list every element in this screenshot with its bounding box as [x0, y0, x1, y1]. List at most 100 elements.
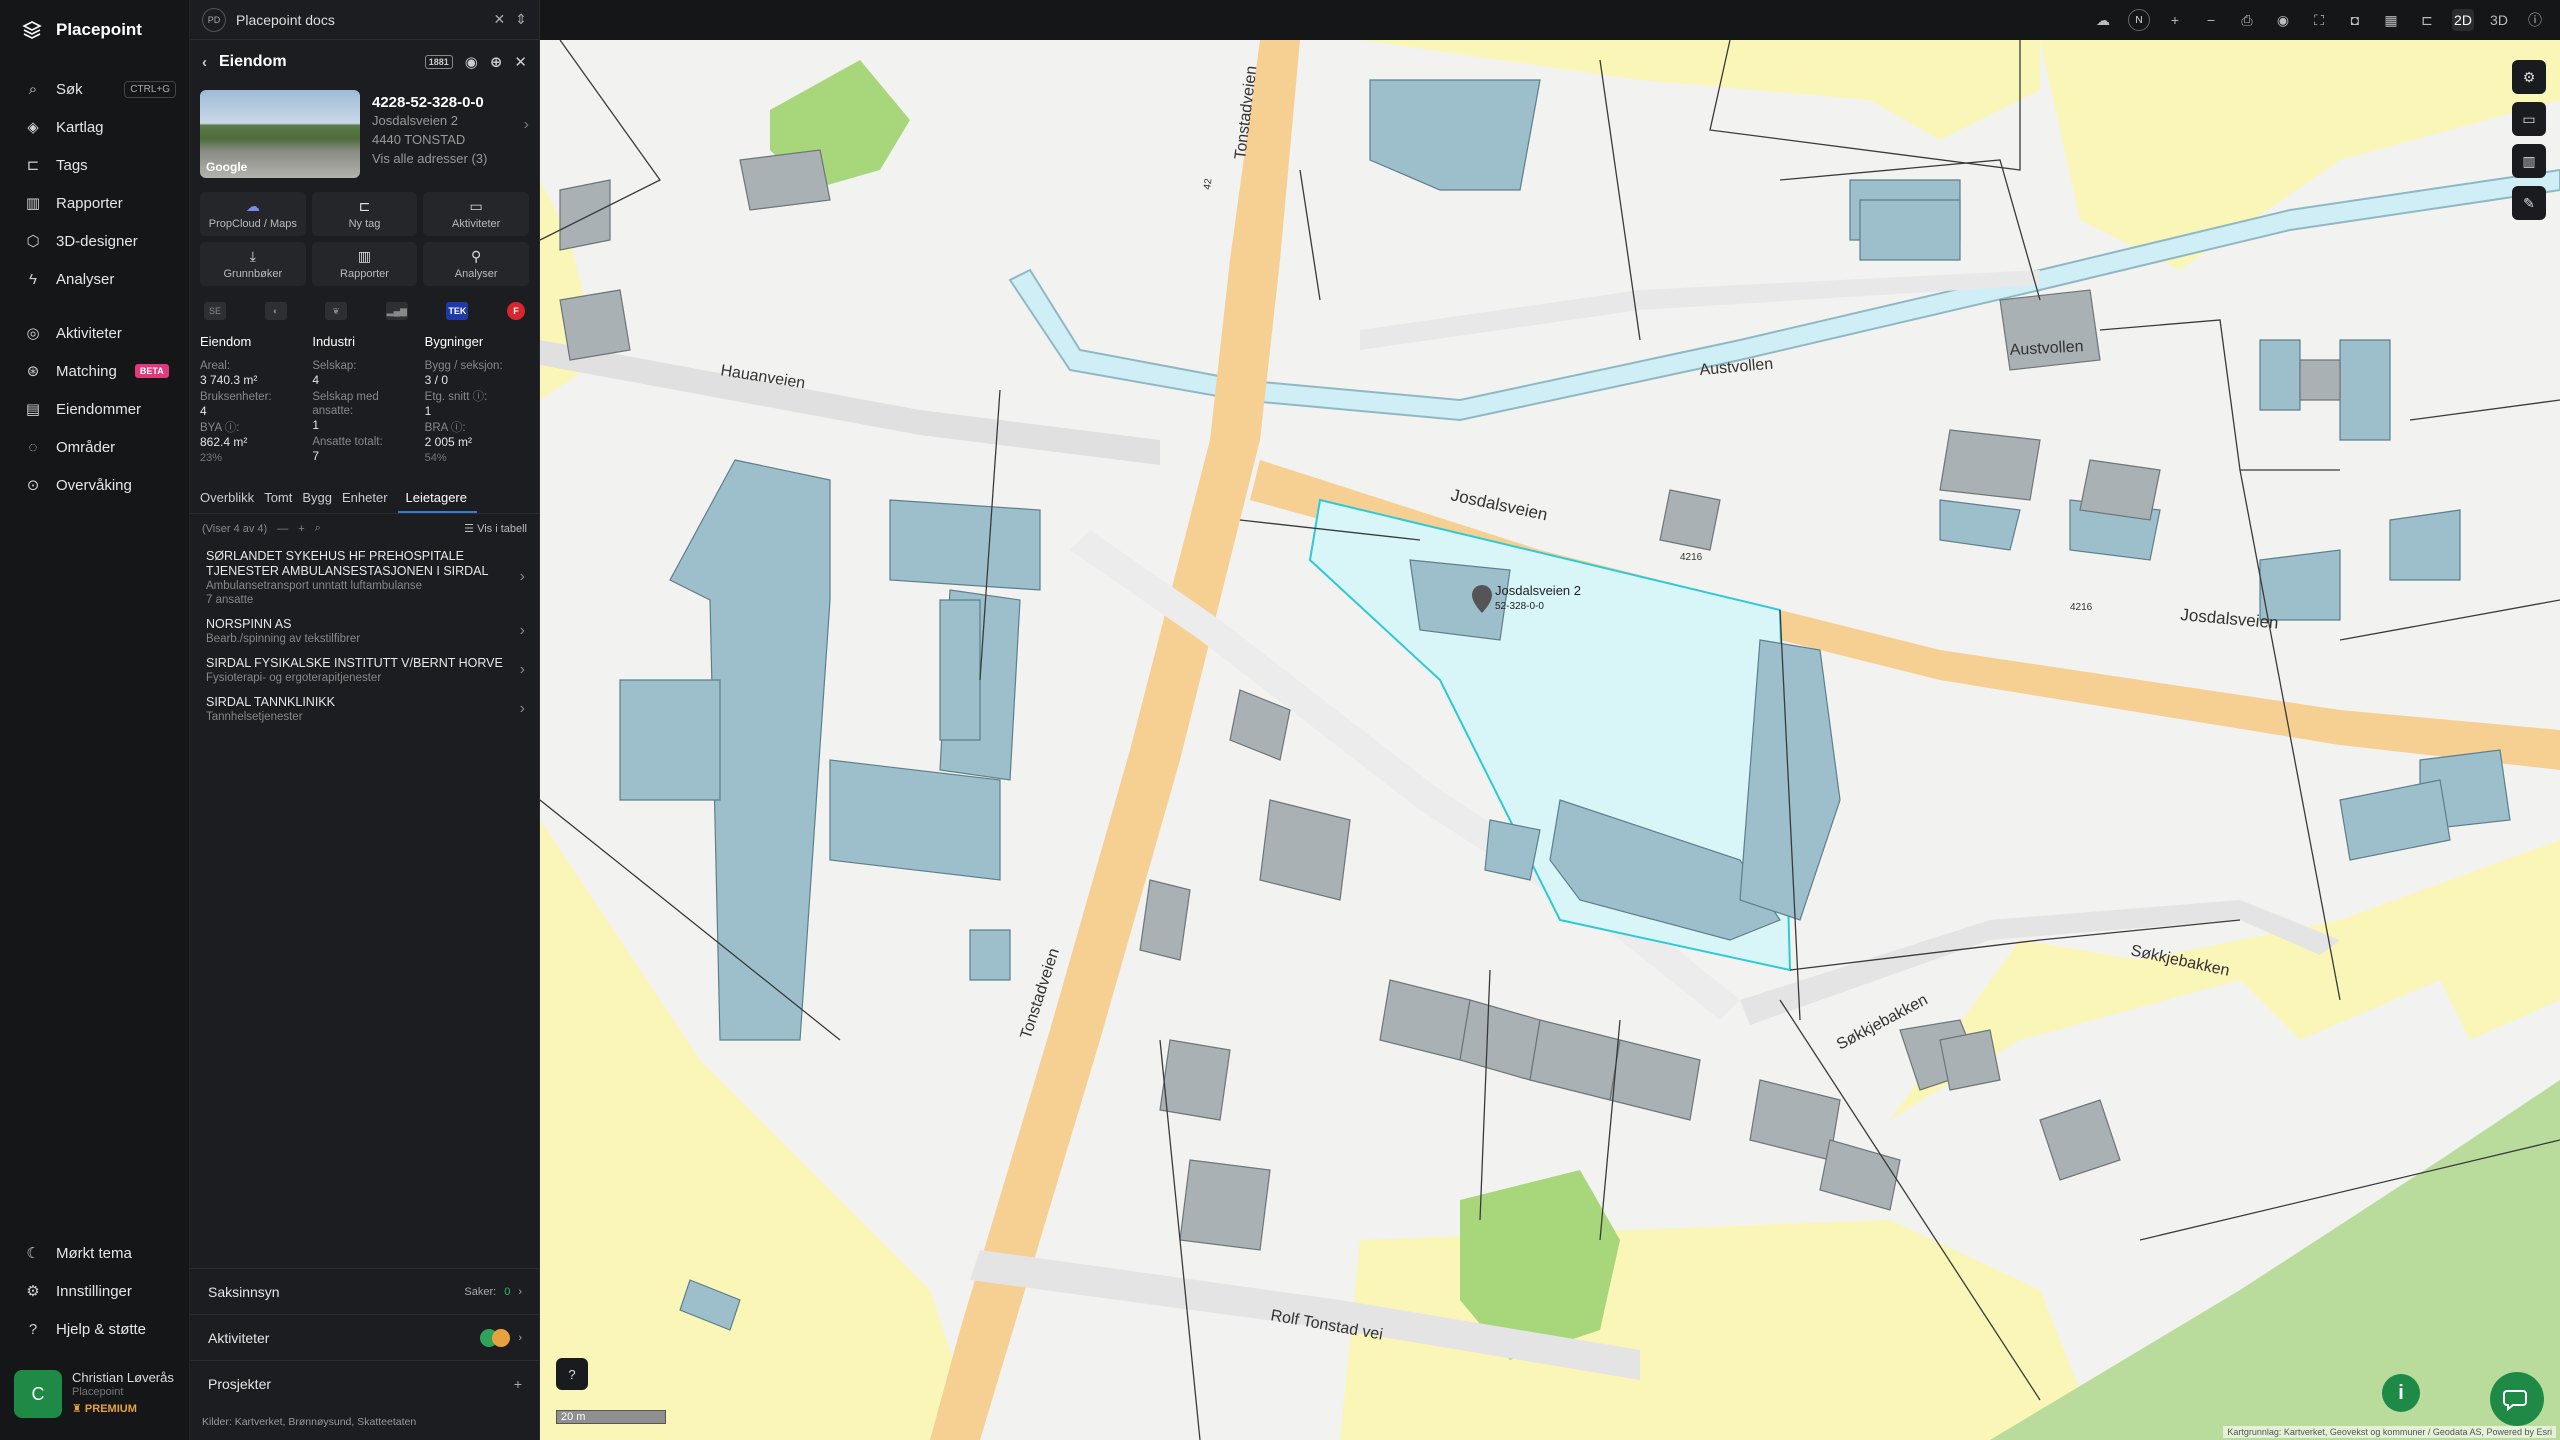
activities-button[interactable]: ▭ Aktiviteter [423, 192, 529, 236]
zoom-out-icon[interactable]: − [2200, 9, 2222, 31]
nav-settings[interactable]: ⚙ Innstillinger [0, 1272, 190, 1310]
nav-label: Hjelp & støtte [56, 1320, 147, 1338]
saksinnsyn-section[interactable]: Saksinnsyn Saker: 0 › [190, 1268, 540, 1314]
property-street: Josdalsveien 2 [372, 113, 458, 128]
search-icon[interactable]: ⌕ [315, 522, 321, 535]
chevron-updown-icon[interactable]: ⇕ [515, 11, 527, 28]
nav-overvaking[interactable]: ⊙ Overvåking [0, 466, 190, 504]
list-item[interactable]: SIRDAL FYSIKALSKE INSTITUTT V/BERNT HORV… [190, 650, 539, 689]
document-icon: ▤ [25, 401, 41, 418]
app-logo[interactable]: Placepoint [22, 20, 142, 40]
nav-label: Aktiviteter [56, 324, 122, 342]
cloud-icon: ☁ [245, 198, 260, 214]
street-view-photo[interactable]: Google [200, 90, 360, 178]
eye-icon[interactable]: ◉ [465, 53, 478, 71]
back-icon[interactable]: ‹ [202, 54, 207, 71]
nav-omrader[interactable]: ◌ Områder [0, 428, 190, 466]
tenant-industry: Bearb./spinning av tekstilfibrer [206, 633, 361, 645]
nav-rapporter[interactable]: ▥ Rapporter [0, 184, 190, 222]
camera-icon[interactable]: ◘ [2344, 9, 2366, 31]
mode-2d-button[interactable]: 2D [2452, 9, 2474, 31]
eye-icon[interactable]: ◉ [2272, 9, 2294, 31]
source-f-icon[interactable]: F [506, 302, 525, 320]
print-icon[interactable]: ⎙ [2236, 9, 2258, 31]
source-plant-icon[interactable]: ❦ [325, 302, 348, 320]
action-label: Ny tag [348, 218, 381, 230]
nav-eiendommer[interactable]: ▤ Eiendommer [0, 390, 190, 428]
tenant-industry: Tannhelsetjenester [206, 711, 303, 723]
nav-help[interactable]: ? Hjelp & støtte [0, 1310, 190, 1348]
grunnboker-button[interactable]: ⤓ Grunnbøker [200, 242, 306, 286]
map-drawing[interactable]: Tonstadveien Tonstadveien Josdalsveien J… [540, 40, 2560, 1440]
layers-icon: ◈ [27, 119, 39, 136]
tab-tomt[interactable]: Tomt [264, 482, 302, 513]
analyses-button[interactable]: ⚲ Analyser [423, 242, 529, 286]
badge-1881-icon[interactable]: 1881 [424, 55, 453, 69]
chart-tool-button[interactable]: ▥ [2512, 144, 2546, 178]
nav-3d-designer[interactable]: ⬡ 3D-designer [0, 222, 190, 260]
source-bars-icon[interactable]: ▂▄▆ [385, 302, 408, 320]
nav-analyser[interactable]: ϟ Analyser [0, 260, 190, 298]
source-globe-icon[interactable]: ◐ [264, 302, 287, 320]
show-table-link[interactable]: ☰ Vis i tabell [464, 522, 527, 535]
edit-tool-button[interactable]: ✎ [2512, 186, 2546, 220]
zoom-in-icon[interactable]: + [2164, 9, 2186, 31]
collapse-icon[interactable]: — [277, 523, 288, 535]
action-grid: ☁ PropCloud / Maps ⊏ Ny tag ▭ Aktiviteter ⤓… [190, 184, 539, 294]
prosjekter-section[interactable]: Prosjekter + [190, 1360, 540, 1406]
tab-enheter[interactable]: Enheter [342, 482, 398, 513]
measure-tool-button[interactable]: ▭ [2512, 102, 2546, 136]
info-icon[interactable]: ⓘ [2524, 9, 2546, 31]
list-item[interactable]: NORSPINN AS Bearb./spinning av tekstilfi… [190, 611, 539, 650]
plus-icon[interactable]: + [298, 523, 304, 535]
tab-overblikk[interactable]: Overblikk [200, 482, 264, 513]
user-profile[interactable]: C Christian Løverås Placepoint ♜ PREMIUM [14, 1370, 174, 1418]
sources-label: Kilder: [202, 1416, 232, 1428]
close-icon[interactable]: ✕ [494, 11, 506, 28]
nav-aktiviteter[interactable]: ◎ Aktiviteter [0, 314, 190, 352]
list-item[interactable]: SØRLANDET SYKEHUS HF PREHOSPITALE TJENES… [190, 543, 539, 611]
add-icon[interactable]: + [514, 1376, 522, 1392]
nav-matching[interactable]: ⊛ Matching BETA [0, 352, 190, 390]
tab-bygg[interactable]: Bygg [302, 482, 342, 513]
nav-tags[interactable]: ⊏ Tags [0, 146, 190, 184]
list-item[interactable]: SIRDAL TANNKLINIKK Tannhelsetjenester › [190, 689, 539, 728]
cloud-icon[interactable]: ☁ [2092, 9, 2114, 31]
nav-dark-theme[interactable]: ☾ Mørkt tema [0, 1234, 190, 1272]
source-se-icon[interactable]: SE [204, 302, 226, 320]
stat-value: 4 [312, 373, 320, 387]
tab-leietagere[interactable]: Leietagere [397, 482, 477, 513]
chevron-right-icon[interactable]: › [524, 116, 529, 134]
info-button[interactable]: i [2382, 1374, 2420, 1412]
sources-list[interactable]: Kartverket, Brønnøysund, Skatteetaten [235, 1416, 417, 1428]
add-icon[interactable]: ⊕ [490, 53, 503, 71]
close-panel-icon[interactable]: ✕ [514, 53, 527, 71]
source-tek-icon[interactable]: TEK [446, 302, 469, 320]
map-attribution: Kartgrunnlag: Kartverket, Geovekst og ko… [2223, 1426, 2556, 1438]
new-tag-button[interactable]: ⊏ Ny tag [311, 192, 418, 236]
map-canvas[interactable]: Tonstadveien Tonstadveien Josdalsveien J… [540, 40, 2560, 1440]
property-panel: PD Placepoint docs ✕ ⇕ ‹ Eiendom 1881 ◉ … [190, 0, 540, 1440]
reports-button[interactable]: ▥ Rapporter [311, 242, 418, 286]
road-label: Josdalsveien [1449, 485, 1549, 524]
settings-tool-button[interactable]: ⚙ [2512, 60, 2546, 94]
bookmark-icon[interactable]: ⊏ [2416, 9, 2438, 31]
grid-icon[interactable]: ▦ [2380, 9, 2402, 31]
chevron-right-icon: › [519, 699, 525, 717]
photo-label: Google [206, 160, 248, 174]
propcloud-button[interactable]: ☁ PropCloud / Maps [200, 192, 306, 236]
tenant-name: NORSPINN AS [206, 617, 292, 631]
nav-label: Eiendommer [56, 400, 142, 418]
mode-3d-button[interactable]: 3D [2488, 9, 2510, 31]
docs-title[interactable]: Placepoint docs [236, 12, 335, 28]
aktiviteter-section[interactable]: Aktiviteter › [190, 1314, 540, 1360]
compass-north[interactable]: N [2128, 9, 2150, 31]
map-help-button[interactable]: ? [556, 1358, 588, 1390]
nav-search[interactable]: ⌕ Søk CTRL+G [0, 70, 190, 108]
all-addresses-link[interactable]: Vis alle adresser (3) [372, 149, 529, 168]
tag-icon: ⊏ [358, 198, 371, 214]
chat-button[interactable] [2490, 1372, 2544, 1426]
nav-kartlag[interactable]: ◈ Kartlag [0, 108, 190, 146]
stats-industri-title: Industri [312, 334, 355, 349]
fullscreen-icon[interactable]: ⛶ [2308, 9, 2330, 31]
